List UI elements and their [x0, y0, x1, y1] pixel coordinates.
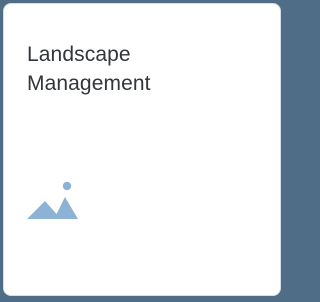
tile-title-line-2: Management: [27, 72, 151, 95]
tile-title: Landscape Management: [27, 40, 267, 98]
landscape-icon-sun: [62, 181, 72, 191]
landscape-management-tile[interactable]: Landscape Management: [3, 3, 281, 296]
landscape-icon-mountain-front: [27, 201, 61, 219]
tile-title-line-1: Landscape: [27, 43, 131, 66]
landscape-icon: [27, 181, 78, 219]
